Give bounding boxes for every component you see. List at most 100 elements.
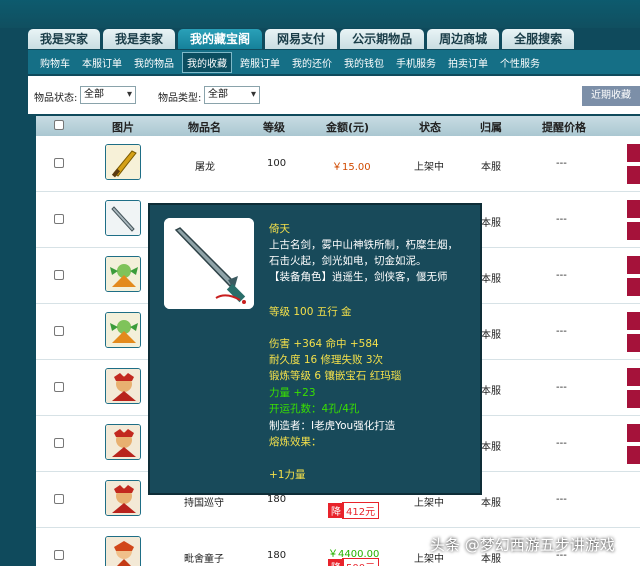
item-owner: 本服 <box>481 498 501 509</box>
row-checkbox[interactable] <box>54 550 64 560</box>
subnav-server-orders[interactable]: 本服订单 <box>78 53 126 72</box>
tooltip-stat-line: 伤害 +364 命中 +584 <box>269 338 379 350</box>
action-button[interactable] <box>627 368 640 386</box>
price-drop-amount: 500元 <box>342 558 380 566</box>
tab-my-treasure[interactable]: 我的藏宝阁 <box>178 29 263 49</box>
subnav-cart[interactable]: 购物车 <box>36 53 74 72</box>
subnav-auction-orders[interactable]: 拍卖订单 <box>444 53 492 72</box>
item-level: 100 <box>267 158 287 169</box>
item-owner: 本服 <box>481 218 501 229</box>
item-name[interactable]: 持国巡守 <box>184 494 224 509</box>
tooltip-item-name: 倚天 <box>269 223 290 235</box>
red-guardian-icon[interactable] <box>105 424 141 460</box>
action-button[interactable] <box>627 334 640 352</box>
item-level: 180 <box>267 494 287 505</box>
item-name[interactable]: 屠龙 <box>195 158 215 173</box>
item-remind-price: --- <box>556 438 567 449</box>
tab-public-items[interactable]: 公示期物品 <box>340 29 425 49</box>
golden-blade-icon[interactable] <box>105 144 141 180</box>
item-remind-price: --- <box>556 270 567 281</box>
tooltip-stat-line: 开运孔数：4孔/4孔 <box>269 403 360 415</box>
col-status: 状态 <box>419 121 441 134</box>
tab-seller[interactable]: 我是卖家 <box>103 29 176 49</box>
item-owner: 本服 <box>481 330 501 341</box>
col-owner: 归属 <box>480 121 502 134</box>
tab-netease-pay[interactable]: 网易支付 <box>265 29 338 49</box>
action-button[interactable] <box>627 222 640 240</box>
item-name[interactable]: 毗舍童子 <box>184 550 224 565</box>
main-tabs: 我是买家 我是卖家 我的藏宝阁 网易支付 公示期物品 周边商城 全服搜索 <box>28 29 575 49</box>
price-drop-amount: 412元 <box>342 502 380 519</box>
status-filter-label: 物品状态: <box>34 93 78 104</box>
col-item-name: 物品名 <box>188 121 221 134</box>
subnav-cross-orders[interactable]: 跨服订单 <box>236 53 284 72</box>
type-select[interactable]: 全部 <box>204 86 260 104</box>
tooltip-stat-line: 耐久度 16 修理失败 3次 <box>269 354 384 366</box>
green-monster-icon[interactable] <box>105 312 141 348</box>
item-status: 上架中 <box>414 498 444 509</box>
yitian-sword-image <box>164 218 254 309</box>
item-tooltip: 倚天 上古名剑，雾中山神铁所制，朽糜生烟， 石击火起，剑光如电，切金如泥。 【装… <box>148 203 482 495</box>
row-checkbox[interactable] <box>54 214 64 224</box>
table-header: 图片 物品名 等级 金额(元) 状态 归属 提醒价格 <box>36 116 640 136</box>
action-button[interactable] <box>627 256 640 274</box>
row-checkbox[interactable] <box>54 270 64 280</box>
col-image: 图片 <box>112 121 134 134</box>
item-remind-price: --- <box>556 214 567 225</box>
action-button[interactable] <box>627 166 640 184</box>
row-checkbox[interactable] <box>54 326 64 336</box>
subnav-personal-service[interactable]: 个性服务 <box>496 53 544 72</box>
tab-buyer[interactable]: 我是买家 <box>28 29 101 49</box>
action-button[interactable] <box>627 200 640 218</box>
action-button[interactable] <box>627 144 640 162</box>
subnav-my-favorites[interactable]: 我的收藏 <box>182 51 232 73</box>
filter-bar: 物品状态: 全部 物品类型: 全部 近期收藏 <box>28 76 640 114</box>
watermark: 头条 @梦幻西游五步讲游戏 <box>430 536 615 554</box>
item-remind-price: --- <box>556 158 567 169</box>
subnav-my-items[interactable]: 我的物品 <box>130 53 178 72</box>
row-checkbox[interactable] <box>54 494 64 504</box>
red-guardian-icon[interactable] <box>105 368 141 404</box>
item-owner: 本服 <box>481 386 501 397</box>
status-select[interactable]: 全部 <box>80 86 136 104</box>
col-remind-price: 提醒价格 <box>542 121 586 134</box>
recent-favorites-button[interactable]: 近期收藏 <box>582 86 640 106</box>
col-level: 等级 <box>263 121 285 134</box>
tooltip-stat-line: 力量 +23 <box>269 387 316 399</box>
green-monster-icon[interactable] <box>105 256 141 292</box>
item-remind-price: --- <box>556 382 567 393</box>
action-button[interactable] <box>627 390 640 408</box>
row-checkbox[interactable] <box>54 438 64 448</box>
row-checkbox[interactable] <box>54 382 64 392</box>
select-all-checkbox[interactable] <box>54 120 64 130</box>
action-button[interactable] <box>627 446 640 464</box>
tooltip-desc-line: 【装备角色】逍遥生，剑侠客，偃无师 <box>269 271 448 283</box>
tooltip-level-line: 等级 100 五行 金 <box>269 306 352 318</box>
table-row[interactable]: 屠龙 100 ￥15.00 上架中 本服 --- <box>36 136 640 192</box>
action-button[interactable] <box>627 312 640 330</box>
subnav-mobile-service[interactable]: 手机服务 <box>392 53 440 72</box>
sub-navigation: 购物车 本服订单 我的物品 我的收藏 跨服订单 我的还价 我的钱包 手机服务 拍… <box>28 50 640 74</box>
item-level: 180 <box>267 550 287 561</box>
row-checkbox[interactable] <box>54 158 64 168</box>
tooltip-maker-line: 制造者：I老虎You强化打造 <box>269 420 396 432</box>
tab-merch-store[interactable]: 周边商城 <box>427 29 500 49</box>
action-button[interactable] <box>627 424 640 442</box>
tab-all-server-search[interactable]: 全服搜索 <box>502 29 575 49</box>
tooltip-desc-line: 上古名剑，雾中山神铁所制，朽糜生烟， <box>269 239 458 251</box>
type-filter-label: 物品类型: <box>158 93 202 104</box>
child-icon[interactable] <box>105 536 141 566</box>
tooltip-stat-line: 锻炼等级 6 镶嵌宝石 红玛瑙 <box>269 370 402 382</box>
subnav-my-wallet[interactable]: 我的钱包 <box>340 53 388 72</box>
item-price: ￥15.00 <box>332 162 371 173</box>
item-status: 上架中 <box>414 162 444 173</box>
item-owner: 本服 <box>481 442 501 453</box>
sword-icon[interactable] <box>105 200 141 236</box>
subnav-my-bargains[interactable]: 我的还价 <box>288 53 336 72</box>
item-owner: 本服 <box>481 274 501 285</box>
tooltip-stat-line: 熔炼效果： <box>269 436 322 448</box>
item-remind-price: --- <box>556 326 567 337</box>
red-guardian-icon[interactable] <box>105 480 141 516</box>
top-banner <box>0 0 640 28</box>
action-button[interactable] <box>627 278 640 296</box>
